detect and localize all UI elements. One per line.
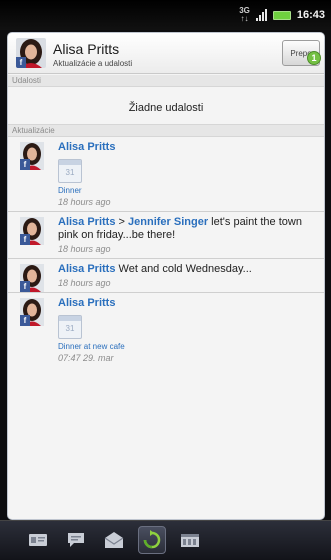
network-type-icon: 3G ↑↓	[239, 6, 250, 23]
updates-list: f Alisa Pritts 31 Dinner 18 hours ago f …	[8, 137, 324, 367]
calendar-icon: 31	[58, 315, 82, 339]
facebook-icon: f	[20, 234, 30, 245]
list-item[interactable]: f Alisa Pritts > Jennifer Singer let's p…	[8, 212, 324, 259]
contact-name: Alisa Pritts	[53, 41, 120, 57]
timestamp: 18 hours ago	[58, 197, 111, 207]
list-item[interactable]: f Alisa Pritts 31 Dinner 18 hours ago	[8, 137, 324, 212]
events-section-label: Udalosti	[8, 75, 324, 87]
update-target[interactable]: Jennifer Singer	[128, 216, 208, 228]
update-author[interactable]: Alisa Pritts	[58, 263, 115, 275]
contact-subtitle: Aktualizácie a udalosti	[53, 59, 133, 68]
event-link[interactable]: Dinner at new cafe	[58, 342, 318, 351]
list-item[interactable]: f Alisa Pritts 31 Dinner at new cafe 07:…	[8, 293, 324, 367]
contacts-card-icon[interactable]	[24, 526, 52, 554]
facebook-icon: f	[20, 315, 30, 326]
status-bar: 3G ↑↓ 16:43	[0, 0, 331, 30]
battery-icon	[272, 10, 291, 20]
prepo-button[interactable]: Prepo 1	[282, 40, 321, 66]
contact-updates-card: f Alisa Pritts Aktualizácie a udalosti P…	[7, 32, 325, 520]
update-author[interactable]: Alisa Pritts	[58, 297, 318, 309]
notification-badge: 1	[307, 51, 321, 65]
updates-refresh-icon[interactable]	[138, 526, 166, 554]
facebook-icon: f	[16, 57, 26, 68]
email-icon[interactable]	[100, 526, 128, 554]
update-author[interactable]: Alisa Pritts	[58, 216, 115, 228]
update-author[interactable]: Alisa Pritts	[58, 141, 318, 153]
timestamp: 07:47 29. mar	[58, 353, 114, 363]
avatar[interactable]: f	[16, 38, 46, 68]
contact-header: f Alisa Pritts Aktualizácie a udalosti P…	[8, 33, 324, 74]
update-text: Wet and cold Wednesday...	[118, 263, 252, 275]
avatar: f	[20, 264, 44, 292]
clock: 16:43	[296, 9, 325, 21]
gallery-icon[interactable]	[176, 526, 204, 554]
timestamp: 18 hours ago	[58, 244, 111, 254]
separator: >	[118, 216, 125, 228]
avatar: f	[20, 142, 44, 170]
calendar-icon: 31	[58, 159, 82, 183]
signal-icon	[255, 9, 267, 21]
event-link[interactable]: Dinner	[58, 186, 318, 195]
list-item[interactable]: f Alisa Pritts Wet and cold Wednesday...…	[8, 259, 324, 293]
events-empty-row: Žiadne udalosti	[8, 91, 324, 125]
timestamp: 18 hours ago	[58, 278, 111, 288]
bottom-nav	[0, 520, 331, 560]
facebook-icon: f	[20, 159, 30, 170]
messages-icon[interactable]	[62, 526, 90, 554]
avatar: f	[20, 298, 44, 326]
updates-section-label: Aktualizácie	[8, 125, 324, 137]
avatar: f	[20, 217, 44, 245]
facebook-icon: f	[20, 281, 30, 292]
